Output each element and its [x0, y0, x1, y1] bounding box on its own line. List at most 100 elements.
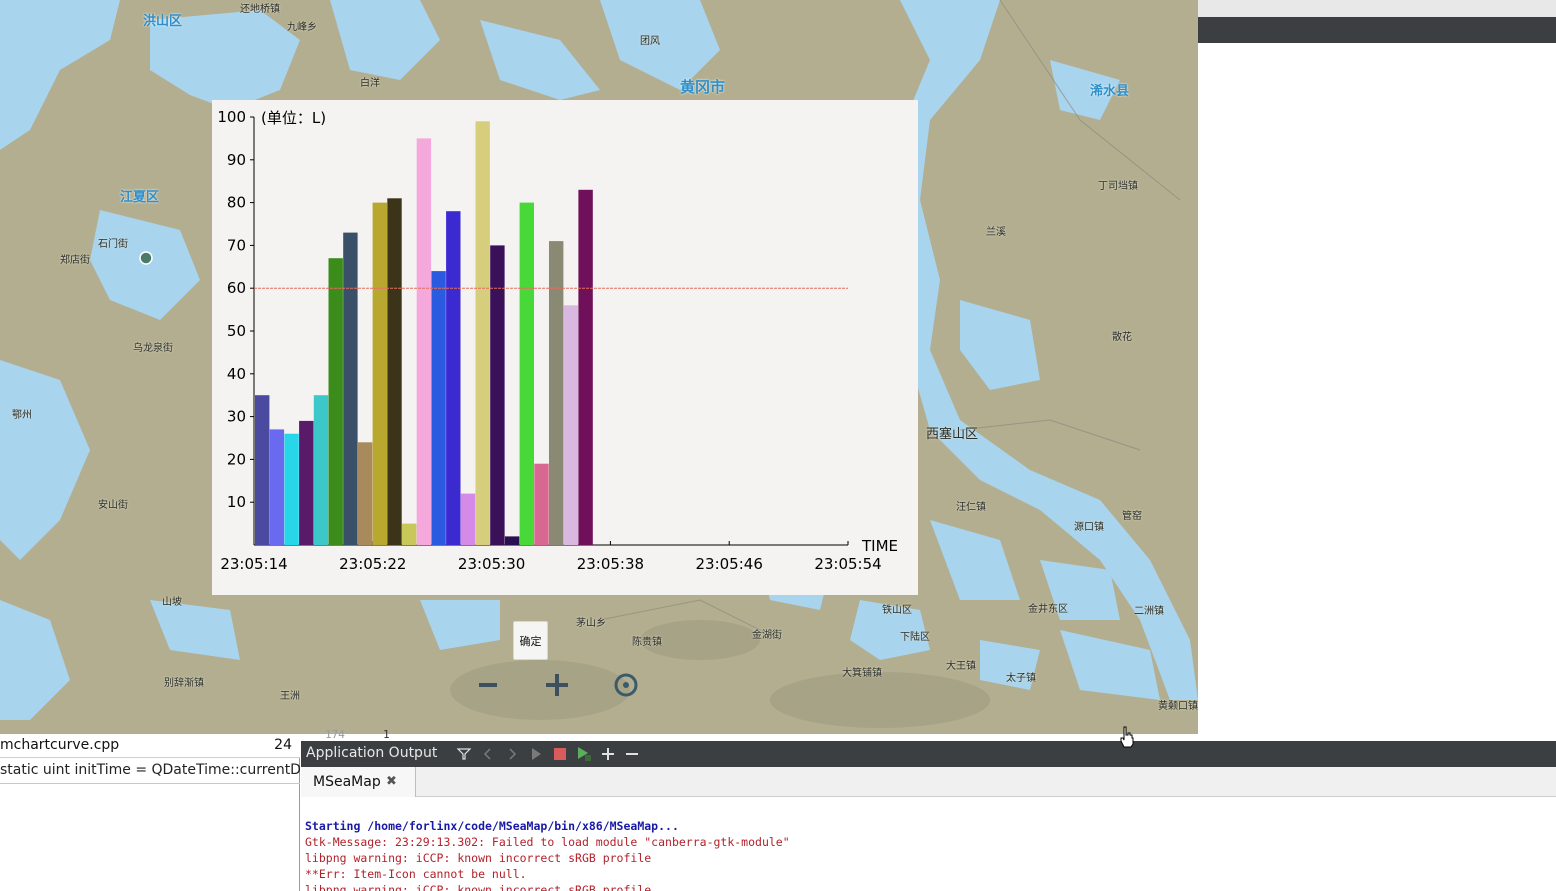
bar — [402, 523, 417, 545]
log-line: libpng warning: iCCP: known incorrect sR… — [305, 851, 652, 865]
bar — [299, 420, 314, 545]
y-tick-label: 90 — [227, 151, 246, 169]
tab-label: MSeaMap — [313, 774, 381, 790]
debug-play-icon — [578, 747, 591, 761]
stop-icon — [554, 748, 566, 760]
bar — [431, 271, 446, 545]
y-tick-label: 80 — [227, 194, 246, 212]
bar — [372, 202, 387, 545]
map-label: 江夏区 — [120, 190, 160, 205]
log-line: Gtk-Message: 23:29:13.302: Failed to loa… — [305, 835, 790, 849]
zoom-out-font-button[interactable] — [623, 745, 641, 763]
y-tick-label: 50 — [227, 322, 246, 340]
bar — [490, 245, 505, 545]
tab-mseamap[interactable]: MSeaMap ✖ — [301, 767, 416, 797]
map-label: 茅山乡 — [576, 618, 606, 629]
map-label: 下陆区 — [900, 632, 930, 643]
file-name[interactable]: mchartcurve.cpp — [0, 737, 119, 753]
chevron-right-icon — [509, 748, 517, 760]
map-label: 别辞渐镇 — [164, 678, 204, 689]
bar — [387, 198, 402, 546]
filter-button[interactable] — [455, 745, 473, 763]
y-tick-label: 70 — [227, 236, 246, 254]
x-tick-label: 23:05:14 — [220, 555, 287, 573]
map-label: 太子镇 — [1006, 673, 1036, 684]
y-tick-label: 40 — [227, 365, 246, 383]
map-label: 大王镇 — [946, 661, 976, 672]
x-tick-label: 23:05:30 — [458, 555, 525, 573]
map-label: 西塞山区 — [926, 427, 979, 442]
map-label: 兰溪 — [986, 227, 1006, 238]
plus-icon — [602, 748, 614, 760]
bar — [549, 241, 564, 545]
zoom-out-button[interactable] — [472, 668, 504, 702]
bar — [255, 395, 270, 545]
map-label: 洪山区 — [143, 14, 183, 29]
map-label: 陈贵镇 — [632, 637, 662, 648]
bar — [534, 463, 549, 545]
bar — [578, 189, 593, 546]
right-top-strip — [1198, 0, 1556, 17]
debug-run-button[interactable] — [575, 745, 593, 763]
code-line[interactable]: static uint initTime = QDateTime::curren… — [0, 758, 300, 784]
log-line: libpng warning: iCCP: known incorrect sR… — [305, 883, 652, 891]
bar — [504, 536, 520, 545]
log-line: Starting /home/forlinx/code/MSeaMap/bin/… — [305, 819, 679, 833]
y-tick-label: 20 — [227, 450, 246, 468]
previous-button[interactable] — [479, 745, 497, 763]
bar — [519, 202, 534, 545]
right-panel — [1198, 43, 1556, 741]
confirm-button[interactable]: 确定 — [513, 621, 548, 660]
line-number: 24 — [274, 737, 292, 753]
play-icon — [532, 748, 541, 760]
y-tick-label: 30 — [227, 408, 246, 426]
bar — [343, 232, 358, 545]
x-axis-label: TIME — [861, 537, 898, 555]
map-label: 山坡 — [162, 597, 182, 608]
close-icon[interactable]: ✖ — [386, 774, 397, 789]
map-label: 汪仁镇 — [956, 502, 986, 513]
bar — [446, 211, 461, 545]
output-tab-row: MSeaMap ✖ — [301, 767, 1556, 797]
bar — [313, 395, 329, 545]
map-label: 白洋 — [360, 78, 380, 89]
next-button[interactable] — [503, 745, 521, 763]
bar — [284, 433, 299, 545]
line-number: 174 — [325, 728, 345, 741]
map-label: 鄂州 — [12, 410, 32, 421]
log-line: **Err: Item-Icon cannot be null. — [305, 867, 527, 881]
output-log[interactable]: Starting /home/forlinx/code/MSeaMap/bin/… — [301, 797, 1556, 891]
map-label: 王洲 — [280, 691, 300, 702]
minus-icon — [479, 683, 497, 687]
map-label: 铁山区 — [882, 605, 912, 616]
x-tick-label: 23:05:46 — [696, 555, 763, 573]
editor-pane[interactable]: mchartcurve.cpp 24 static uint initTime … — [0, 734, 300, 891]
minus-icon — [626, 753, 638, 755]
map-label: 黄冈市 — [680, 78, 726, 96]
map-label: 金井东区 — [1028, 604, 1068, 615]
editor-header: mchartcurve.cpp 24 — [0, 734, 300, 758]
map-label: 散花 — [1112, 332, 1132, 343]
stop-button[interactable] — [551, 745, 569, 763]
hand-cursor-icon — [1120, 726, 1134, 748]
bar-chart: 10 20 30 40 50 60 70 80 90 100 23:05:14 23:05:22 23:… — [217, 108, 898, 573]
map-label: 石门街 — [98, 239, 128, 250]
x-tick-label: 23:05:38 — [577, 555, 644, 573]
output-panel-title: Application Output — [306, 745, 438, 761]
y-tick-label: 60 — [227, 279, 246, 297]
chevron-left-icon — [483, 748, 491, 760]
line-number: 1 — [383, 728, 390, 741]
bar — [475, 121, 490, 546]
map-label: 团风 — [640, 36, 660, 47]
zoom-in-button[interactable] — [541, 668, 573, 702]
bar — [269, 429, 285, 545]
bar — [563, 305, 579, 545]
map-label: 黄颡口镇 — [1158, 701, 1198, 712]
x-tick-label: 23:05:54 — [814, 555, 881, 573]
chart-panel: 10 20 30 40 50 60 70 80 90 100 23:05:14 23:05:22 23:… — [212, 100, 918, 595]
plus-icon — [546, 674, 568, 696]
zoom-in-font-button[interactable] — [599, 745, 617, 763]
map-label: 安山街 — [98, 500, 128, 511]
bar — [460, 493, 476, 545]
run-button[interactable] — [527, 745, 545, 763]
